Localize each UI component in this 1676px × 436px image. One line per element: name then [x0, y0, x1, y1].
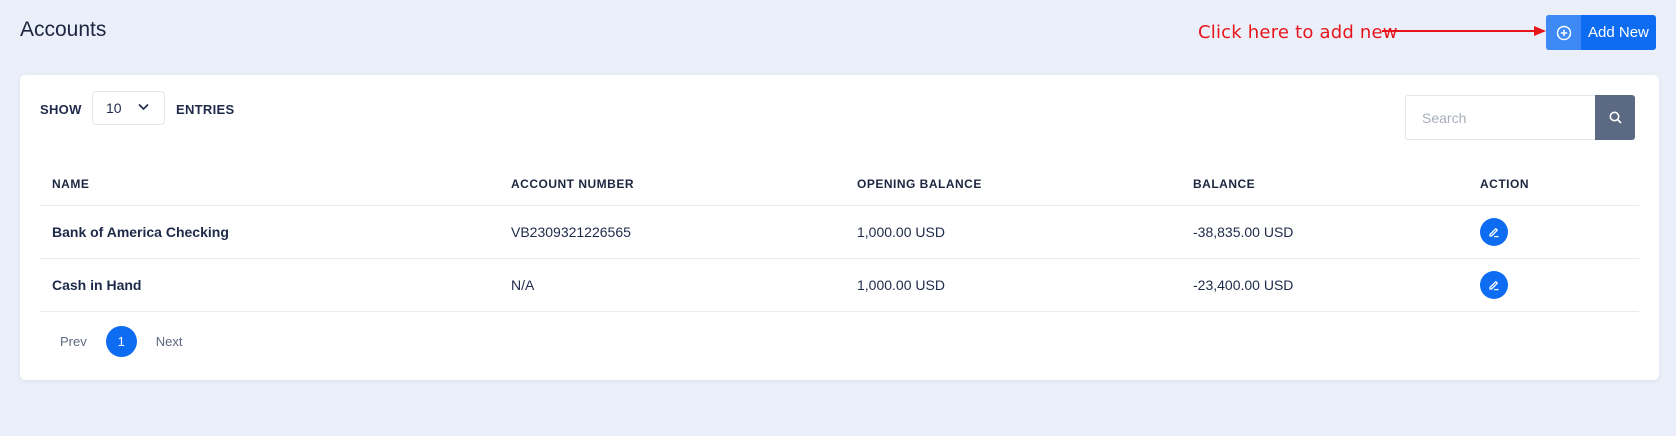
annotation-text: Click here to add new — [1198, 22, 1398, 43]
search-button[interactable] — [1595, 95, 1635, 140]
plus-circle-icon — [1546, 15, 1581, 50]
add-new-button[interactable]: Add New — [1546, 15, 1656, 50]
search-icon — [1609, 111, 1622, 124]
edit-button[interactable] — [1480, 217, 1508, 246]
entries-select[interactable]: 10 — [92, 91, 165, 125]
prev-page-link[interactable]: Prev — [60, 334, 87, 349]
accounts-card: SHOW 10 ENTRIES NAME ACCOUNT NUMBER OPEN… — [20, 75, 1659, 380]
column-header-opening-balance[interactable]: OPENING BALANCE — [845, 163, 1181, 206]
column-header-account-number[interactable]: ACCOUNT NUMBER — [499, 163, 845, 206]
edit-button[interactable] — [1480, 270, 1508, 299]
entries-value: 10 — [106, 100, 122, 116]
table-header-row: NAME ACCOUNT NUMBER OPENING BALANCE BALA… — [40, 163, 1639, 206]
entries-label: ENTRIES — [176, 102, 235, 117]
edit-icon — [1489, 227, 1499, 237]
show-label: SHOW — [40, 102, 82, 117]
opening-balance: 1,000.00 USD — [845, 258, 1181, 312]
table-row: Cash in Hand N/A 1,000.00 USD -23,400.00… — [40, 258, 1639, 312]
table-row: Bank of America Checking VB2309321226565… — [40, 205, 1639, 259]
edit-icon — [1489, 280, 1499, 290]
column-header-balance[interactable]: BALANCE — [1181, 163, 1468, 206]
next-page-link[interactable]: Next — [156, 334, 183, 349]
add-new-label: Add New — [1588, 24, 1649, 41]
accounts-table: NAME ACCOUNT NUMBER OPENING BALANCE BALA… — [40, 163, 1639, 312]
action-cell — [1468, 258, 1639, 312]
search-input[interactable] — [1405, 95, 1595, 140]
account-number: VB2309321226565 — [499, 205, 845, 259]
chevron-down-icon — [138, 103, 149, 111]
account-name: Cash in Hand — [40, 258, 499, 312]
account-name: Bank of America Checking — [40, 205, 499, 259]
column-header-name[interactable]: NAME — [40, 163, 499, 206]
page-button-1[interactable]: 1 — [105, 326, 137, 357]
action-cell — [1468, 205, 1639, 259]
opening-balance: 1,000.00 USD — [845, 205, 1181, 259]
balance: -23,400.00 USD — [1181, 258, 1468, 312]
arrow-right-icon — [1382, 26, 1546, 36]
balance: -38,835.00 USD — [1181, 205, 1468, 259]
page-title: Accounts — [20, 18, 107, 41]
pagination: Prev 1 Next — [40, 326, 182, 357]
account-number: N/A — [499, 258, 845, 312]
column-header-action: ACTION — [1468, 163, 1639, 206]
